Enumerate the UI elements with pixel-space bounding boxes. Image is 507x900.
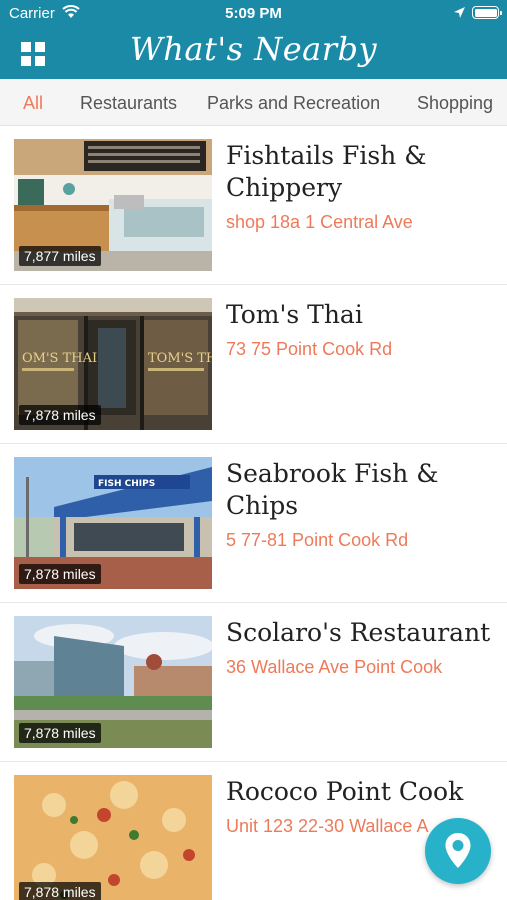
tab-shopping[interactable]: Shopping xyxy=(417,93,493,114)
place-address: 36 Wallace Ave Point Cook xyxy=(226,657,443,677)
map-view-button[interactable] xyxy=(425,818,491,884)
app-header: Carrier 5:09 PM What's Nearby xyxy=(0,0,507,79)
tab-restaurants[interactable]: Restaurants xyxy=(80,93,177,114)
distance-badge: 7,878 miles xyxy=(19,723,101,743)
place-photo: 7,878 miles xyxy=(14,775,212,900)
place-name: Seabrook Fish & Chips xyxy=(226,459,439,520)
status-time: 5:09 PM xyxy=(225,5,282,22)
category-tabs: All Restaurants Parks and Recreation Sho… xyxy=(0,79,507,126)
place-name: Tom's Thai xyxy=(226,300,363,329)
svg-text:TOM'S TH: TOM'S TH xyxy=(148,351,212,366)
place-name: Fishtails Fish & Chippery xyxy=(226,141,427,202)
place-address: shop 18a 1 Central Ave xyxy=(226,212,413,232)
place-item-seabrook[interactable]: FISH CHIPS 7,878 miles Seabrook Fish & C… xyxy=(0,444,507,603)
place-item-toms-thai[interactable]: OM'S THAI TOM'S TH 7,878 miles Tom's Tha… xyxy=(0,285,507,444)
place-photo: 7,878 miles xyxy=(14,616,212,748)
place-item-fishtails[interactable]: 7,877 miles Fishtails Fish & Chippery sh… xyxy=(0,126,507,285)
map-pin-icon xyxy=(445,833,471,868)
place-name: Rococo Point Cook xyxy=(226,777,464,806)
location-arrow-icon xyxy=(454,7,465,18)
place-photo: OM'S THAI TOM'S TH 7,878 miles xyxy=(14,298,212,430)
place-photo: FISH CHIPS 7,878 miles xyxy=(14,457,212,589)
place-photo: 7,877 miles xyxy=(14,139,212,271)
place-address: 73 75 Point Cook Rd xyxy=(226,339,393,359)
distance-badge: 7,878 miles xyxy=(19,882,101,900)
distance-badge: 7,878 miles xyxy=(19,405,101,425)
place-item-scolaros[interactable]: 7,878 miles Scolaro's Restaurant 36 Wall… xyxy=(0,603,507,762)
svg-text:OM'S THAI: OM'S THAI xyxy=(22,351,97,366)
place-address: 5 77-81 Point Cook Rd xyxy=(226,530,409,550)
distance-badge: 7,877 miles xyxy=(19,246,101,266)
tab-parks-and-recreation[interactable]: Parks and Recreation xyxy=(207,93,380,114)
tab-all[interactable]: All xyxy=(23,93,43,114)
place-name: Scolaro's Restaurant xyxy=(226,618,491,647)
distance-badge: 7,878 miles xyxy=(19,564,101,584)
battery-icon xyxy=(472,6,502,19)
status-bar: Carrier 5:09 PM xyxy=(0,0,507,28)
place-address: Unit 123 22-30 Wallace A xyxy=(226,816,429,836)
app-title: What's Nearby xyxy=(129,30,378,68)
svg-text:FISH CHIPS: FISH CHIPS xyxy=(98,479,155,489)
